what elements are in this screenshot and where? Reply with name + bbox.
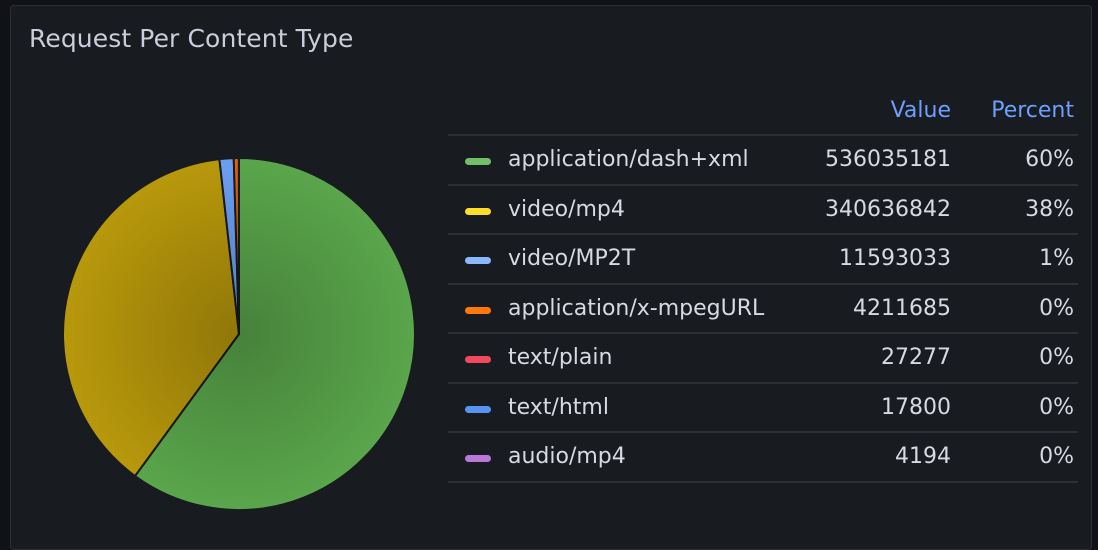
legend-row[interactable]: application/dash+xml 536035181 60% xyxy=(448,136,1078,186)
legend-series-percent: 38% xyxy=(1025,197,1074,222)
legend-swatch[interactable] xyxy=(465,257,491,264)
legend-swatch[interactable] xyxy=(465,208,491,215)
legend-table: Value Percent application/dash+xml 536035… xyxy=(448,94,1078,483)
legend-series-name[interactable]: application/x-mpegURL xyxy=(508,296,764,321)
legend-row[interactable]: application/x-mpegURL 4211685 0% xyxy=(448,285,1078,335)
legend-row[interactable]: video/MP2T 11593033 1% xyxy=(448,235,1078,285)
pie-chart xyxy=(51,146,431,526)
legend-series-value: 4194 xyxy=(895,444,951,469)
legend-series-name[interactable]: text/plain xyxy=(508,345,612,370)
legend-series-percent: 0% xyxy=(1039,395,1074,420)
legend-series-percent: 0% xyxy=(1039,296,1074,321)
legend-swatch[interactable] xyxy=(465,406,491,413)
value-column-header[interactable]: Value xyxy=(891,98,951,123)
pie-chart-container xyxy=(51,146,431,526)
legend-series-percent: 0% xyxy=(1039,444,1074,469)
legend-swatch[interactable] xyxy=(465,307,491,314)
legend-swatch[interactable] xyxy=(465,455,491,462)
legend-row[interactable]: video/mp4 340636842 38% xyxy=(448,186,1078,236)
legend-row[interactable]: audio/mp4 4194 0% xyxy=(448,433,1078,483)
panel-title[interactable]: Request Per Content Type xyxy=(29,24,353,53)
chart-panel: Request Per Content Type Value Percent a… xyxy=(10,5,1092,550)
percent-column-header[interactable]: Percent xyxy=(991,98,1074,123)
legend-series-name[interactable]: text/html xyxy=(508,395,609,420)
legend-series-percent: 60% xyxy=(1025,147,1074,172)
legend-series-value: 17800 xyxy=(881,395,951,420)
legend-series-percent: 1% xyxy=(1039,246,1074,271)
legend-swatch[interactable] xyxy=(465,158,491,165)
legend-series-value: 536035181 xyxy=(825,147,951,172)
legend-row[interactable]: text/plain 27277 0% xyxy=(448,334,1078,384)
legend-series-name[interactable]: video/mp4 xyxy=(508,197,625,222)
legend-series-value: 27277 xyxy=(881,345,951,370)
legend-series-value: 340636842 xyxy=(825,197,951,222)
legend-series-name[interactable]: audio/mp4 xyxy=(508,444,626,469)
legend-swatch[interactable] xyxy=(465,356,491,363)
legend-row[interactable]: text/html 17800 0% xyxy=(448,384,1078,434)
legend-series-value: 4211685 xyxy=(853,296,951,321)
legend-series-percent: 0% xyxy=(1039,345,1074,370)
legend-series-name[interactable]: application/dash+xml xyxy=(508,147,749,172)
legend-series-name[interactable]: video/MP2T xyxy=(508,246,635,271)
legend-header: Value Percent xyxy=(448,94,1078,136)
legend-series-value: 11593033 xyxy=(839,246,951,271)
